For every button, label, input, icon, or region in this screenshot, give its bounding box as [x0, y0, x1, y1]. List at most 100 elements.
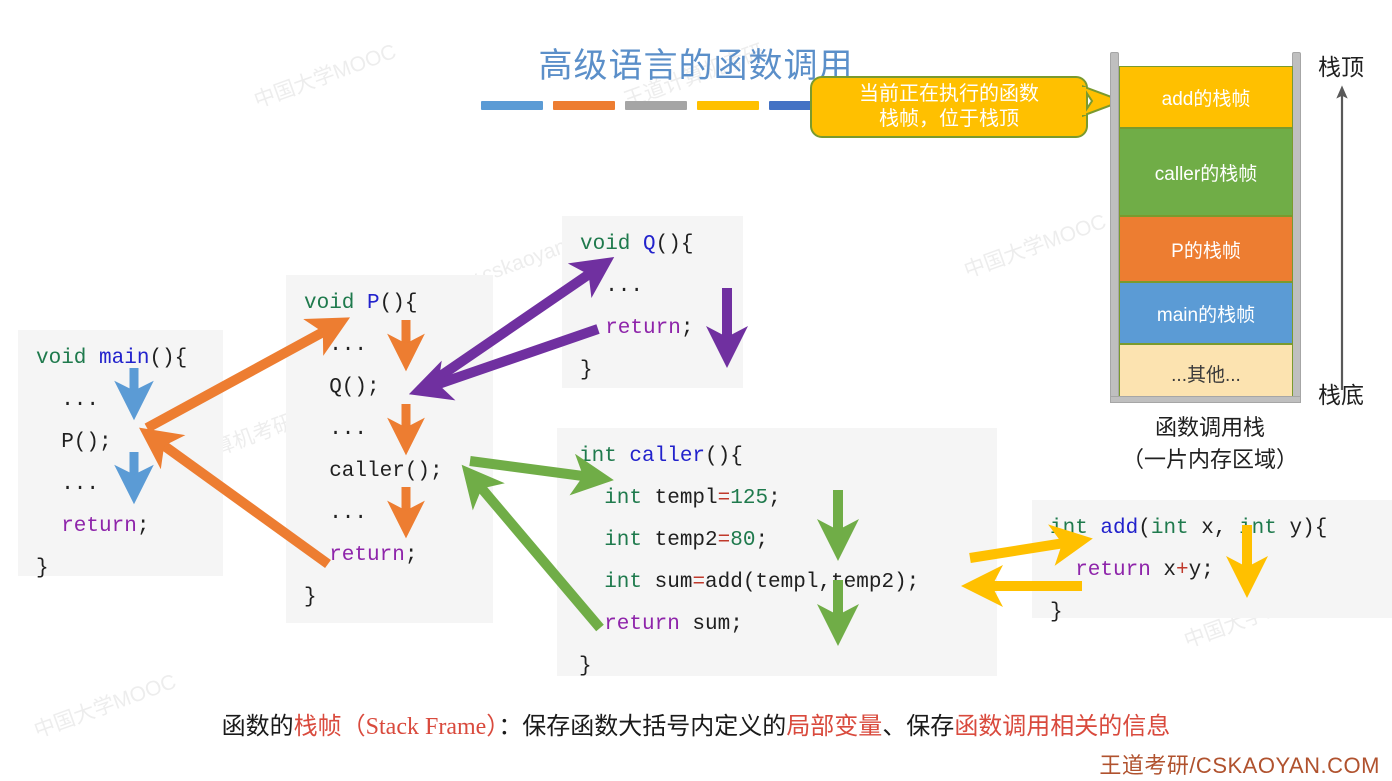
code-token: x, [1201, 517, 1240, 540]
code-line: return; [580, 308, 743, 350]
code-line: ... [580, 266, 743, 308]
code-line: } [304, 577, 493, 619]
code-line: } [580, 350, 743, 392]
stack-caption-line-1: 函数调用栈 [1154, 415, 1265, 440]
stack-frame: caller的栈帧 [1119, 128, 1293, 216]
slide-canvas: 中国大学MOOC 中国大学MOOC 王道计算机考研 中国大学MOOC 王道计算机… [0, 0, 1392, 781]
code-token: sum; [679, 613, 743, 636]
code-token: void [36, 347, 100, 370]
stack-frame-label: ...其他... [1171, 364, 1241, 386]
code-block-q: void Q(){ ... return;} [562, 216, 743, 388]
caption-seg-1: 函数的 [221, 714, 294, 740]
code-token: return [304, 544, 405, 567]
code-line: void main(){ [36, 338, 223, 380]
code-token: } [304, 586, 317, 609]
code-token: ; [680, 317, 694, 340]
callout-line-1: 当前正在执行的函数 [859, 83, 1039, 105]
title-rule-gray [625, 101, 687, 110]
code-line: ... [304, 409, 493, 451]
callout-bubble: 当前正在执行的函数 栈帧，位于栈顶 [810, 76, 1088, 138]
code-token: int [579, 487, 655, 510]
code-line: void Q(){ [580, 224, 743, 266]
code-line: int sum=add(templ,temp2); [579, 562, 997, 604]
code-token: y; [1188, 559, 1214, 582]
code-block-p: void P(){ ... Q(); ... caller(); ... ret… [286, 275, 493, 623]
code-token: return [36, 515, 137, 538]
code-line: ... [36, 464, 223, 506]
code-token: ; [136, 515, 150, 538]
code-line: void P(){ [304, 283, 493, 325]
code-line: return; [304, 535, 493, 577]
stack-frame-label: caller的栈帧 [1154, 163, 1258, 185]
code-token: ... [36, 473, 100, 496]
code-token: (){ [149, 347, 188, 370]
bottom-caption: 函数的栈帧（Stack Frame）：保存函数大括号内定义的局部变量、保存函数调… [0, 706, 1392, 741]
code-token: P [367, 292, 380, 315]
stack-frame: ...其他... [1119, 344, 1293, 402]
stack-frame-label: P的栈帧 [1171, 240, 1241, 262]
stack-frame-label: add的栈帧 [1161, 88, 1251, 110]
call-stack-diagram: add的栈帧 caller的栈帧 P的栈帧 main的栈帧 ...其他... [1110, 52, 1310, 403]
code-token: } [580, 359, 593, 382]
stack-frame: add的栈帧 [1119, 66, 1293, 128]
title-rule-blue [481, 101, 543, 110]
code-token: ... [304, 502, 368, 525]
code-token: x [1150, 559, 1177, 582]
code-token: Q [643, 233, 656, 256]
stack-frame: P的栈帧 [1119, 216, 1293, 282]
code-token: = [717, 529, 731, 552]
code-token: (){ [655, 233, 694, 256]
code-token: void [580, 233, 644, 256]
code-token: ... [304, 334, 368, 357]
watermark: 中国大学MOOC [251, 40, 400, 113]
stack-rail-right [1292, 52, 1301, 402]
code-token: void [304, 292, 368, 315]
code-line: return; [36, 506, 223, 548]
code-token: + [1176, 559, 1189, 582]
code-token: main [99, 347, 150, 370]
code-token: 125 [730, 487, 769, 510]
code-line: ... [304, 325, 493, 367]
caption-seg-4: 局部变量 [786, 714, 883, 740]
title-rule-yellow [697, 101, 759, 110]
watermark: 中国大学MOOC [961, 210, 1110, 283]
code-line: caller(); [304, 451, 493, 493]
code-line: return sum; [579, 604, 997, 646]
code-token: 80 [730, 529, 756, 552]
stack-rail-left [1110, 52, 1119, 402]
code-token: int [579, 445, 630, 468]
callout-line-2: 栈帧，位于栈顶 [879, 108, 1019, 130]
code-block-caller: int caller(){ int templ=125; int temp2=8… [557, 428, 997, 678]
code-token: return [580, 317, 681, 340]
stack-frame: main的栈帧 [1119, 282, 1293, 344]
code-token: ; [404, 544, 418, 567]
caption-seg-6: 函数调用相关的信息 [954, 714, 1171, 740]
code-token: add [1100, 517, 1139, 540]
code-token: int [1150, 517, 1202, 540]
code-token: add(templ,temp2); [705, 571, 920, 594]
code-token: Q(); [304, 376, 380, 399]
code-line: Q(); [304, 367, 493, 409]
code-token: P(); [36, 431, 112, 454]
code-token: } [36, 557, 49, 580]
code-block-add: int add(int x, int y){ return x+y;} [1032, 500, 1392, 624]
stack-caption: 函数调用栈 （一片内存区域） [1110, 412, 1310, 476]
code-token: int [1050, 517, 1101, 540]
code-token: int [579, 571, 655, 594]
code-token: return [1050, 559, 1151, 582]
code-token: int [1239, 517, 1290, 540]
code-token: } [1050, 601, 1063, 624]
brand-watermark: 王道考研/CSKAOYAN.COM [1099, 753, 1380, 778]
code-token: ( [1138, 517, 1151, 540]
code-token: = [692, 571, 706, 594]
caption-seg-3: ：保存函数大括号内定义的 [498, 714, 787, 740]
code-line: int templ=125; [579, 478, 997, 520]
code-line: int temp2=80; [579, 520, 997, 562]
code-token: ; [768, 487, 781, 510]
code-token: ; [755, 529, 769, 552]
code-token: temp2 [654, 529, 718, 552]
code-line: } [36, 548, 223, 590]
code-block-main: void main(){ ... P(); ... return;} [18, 330, 223, 580]
code-line: ... [36, 380, 223, 422]
code-token: (){ [705, 445, 743, 468]
